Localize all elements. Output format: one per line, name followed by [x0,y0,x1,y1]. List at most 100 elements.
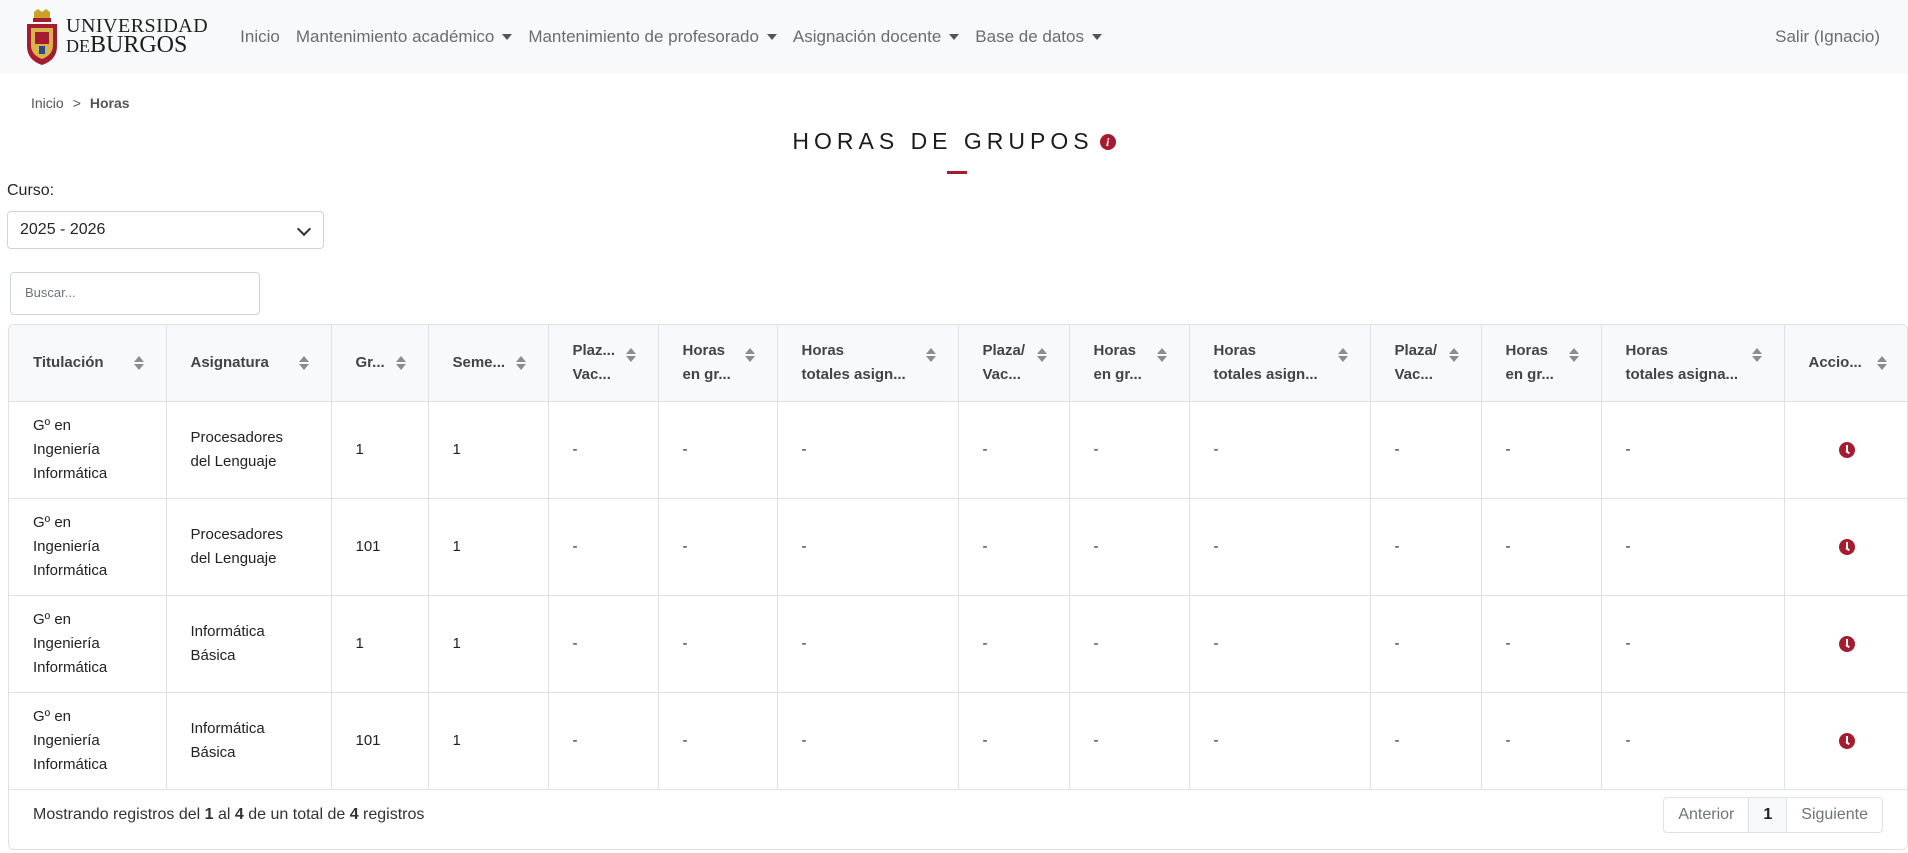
column-header-10[interactable]: Plaza/Vac... [1370,325,1482,402]
cell-value: - [1069,498,1190,596]
cell-semestre: 1 [428,595,549,693]
clock-icon[interactable] [1838,539,1855,556]
column-header-label: Accio... [1809,351,1862,375]
sort-icon[interactable] [133,355,144,371]
column-header-1[interactable]: Asignatura [166,325,332,402]
sort-icon[interactable] [395,355,406,371]
sort-icon[interactable] [515,355,526,371]
column-header-5[interactable]: Horas en gr... [658,325,778,402]
nav-item-label: Mantenimiento académico [295,26,495,46]
cell-value: - [1481,595,1602,693]
cell-value: - [958,401,1070,499]
table-row: Gº en Ingeniería Informática Informática Bás… [9,692,1907,790]
column-header-line: Accio... [1808,354,1862,371]
search-input[interactable]: Buscar... [10,272,260,315]
nav-item-1[interactable]: Mantenimiento académico [288,19,520,55]
cell-value: - [1481,498,1602,596]
column-header-line: Seme... [452,354,506,371]
cell-value: - [658,595,778,693]
column-header-6[interactable]: Horas totales asign... [777,325,959,402]
column-header-line: Vac... [1394,366,1433,383]
sort-icon[interactable] [625,347,636,363]
column-header-label: Horas en gr... [1094,339,1142,387]
column-header-label: Plaz... Vac... [573,339,616,387]
cell-value: - [1069,595,1190,693]
cell-value: - [548,401,659,499]
records-mid2: de un total de [248,806,346,823]
sort-icon[interactable] [1751,347,1762,363]
logout-link[interactable]: Salir (Ignacio) [1775,27,1880,47]
cell-grupo: 1 [331,595,429,693]
coat-of-arms-icon [27,8,57,65]
cell-value: - [658,401,778,499]
column-header-label: Asignatura [191,351,269,375]
cell-line: Gº en [33,708,71,725]
page-1-button[interactable]: 1 [1749,798,1788,832]
cell-value: - [1481,401,1602,499]
cell-value: - [1601,401,1785,499]
prev-page-button[interactable]: Anterior [1664,798,1750,832]
breadcrumb: Inicio > Horas [31,95,130,111]
column-header-12[interactable]: Horas totales asigna... [1601,325,1785,402]
table-row: Gº en Ingeniería Informática Procesadores de… [9,498,1907,596]
info-icon[interactable]: i [1099,133,1116,150]
column-header-9[interactable]: Horas totales asign... [1189,325,1371,402]
cell-line: Básica [190,647,236,664]
sort-icon[interactable] [1877,355,1887,371]
cell-line: Ingeniería [33,635,100,652]
column-header-line: en gr... [1093,366,1142,383]
sort-icon[interactable] [298,355,309,371]
sort-icon[interactable] [1568,347,1579,363]
sort-icon[interactable] [1156,347,1167,363]
column-header-3[interactable]: Seme... [428,325,549,402]
nav-item-label: Base de datos [975,26,1084,46]
column-header-line: Vac... [982,366,1021,383]
column-header-line: totales asign... [801,366,906,383]
curso-select[interactable]: 2025 - 2026 [7,211,324,249]
column-header-8[interactable]: Horas en gr... [1069,325,1190,402]
column-header-11[interactable]: Horas en gr... [1481,325,1602,402]
column-header-7[interactable]: Plaza/Vac... [958,325,1070,402]
nav-item-label: Mantenimiento de profesorado [528,26,759,46]
sort-icon[interactable] [1036,347,1047,363]
cell-value: - [1370,595,1482,693]
cell-actions [1784,595,1907,693]
column-header-line: Horas [1505,342,1549,359]
cell-value: - [548,595,659,693]
curso-selected-value: 2025 - 2026 [20,221,106,238]
sort-icon[interactable] [925,347,936,363]
curso-label: Curso: [7,182,55,199]
clock-icon[interactable] [1838,442,1855,459]
clock-icon[interactable] [1838,636,1855,653]
column-header-label: Plaza/Vac... [1395,339,1438,387]
sort-icon[interactable] [744,347,755,363]
breadcrumb-home[interactable]: Inicio [31,95,64,111]
sort-icon[interactable] [1448,347,1459,363]
column-header-0[interactable]: Titulación [9,325,167,402]
brand-line2-prefix: DE [66,35,90,56]
clock-icon[interactable] [1838,733,1855,750]
column-header-4[interactable]: Plaz... Vac... [548,325,659,402]
column-header-13[interactable]: Accio... [1784,325,1907,402]
university-logo[interactable]: UNIVERSIDAD DEBURGOS [24,8,208,66]
cell-titulacion: Gº en Ingeniería Informática [9,498,167,596]
cell-actions [1784,692,1907,790]
nav-item-0[interactable]: Inicio [232,19,288,55]
records-mid1: al [218,806,231,823]
nav-item-4[interactable]: Base de datos [967,19,1110,55]
cell-value: - [1601,595,1785,693]
column-header-line: Horas [801,342,845,359]
cell-value: - [777,401,959,499]
column-header-label: Gr... [356,351,385,375]
column-header-2[interactable]: Gr... [331,325,429,402]
nav-item-3[interactable]: Asignación docente [785,19,967,55]
sort-icon[interactable] [1337,347,1348,363]
table-body: Gº en Ingeniería Informática Procesadores de… [9,401,1907,790]
cell-grupo: 101 [331,498,429,596]
breadcrumb-current: Horas [89,95,130,111]
next-page-button[interactable]: Siguiente [1787,798,1882,832]
cell-value: - [548,498,659,596]
column-header-line: Vac... [572,366,611,383]
nav-item-2[interactable]: Mantenimiento de profesorado [520,19,785,55]
caret-down-icon [502,33,513,40]
